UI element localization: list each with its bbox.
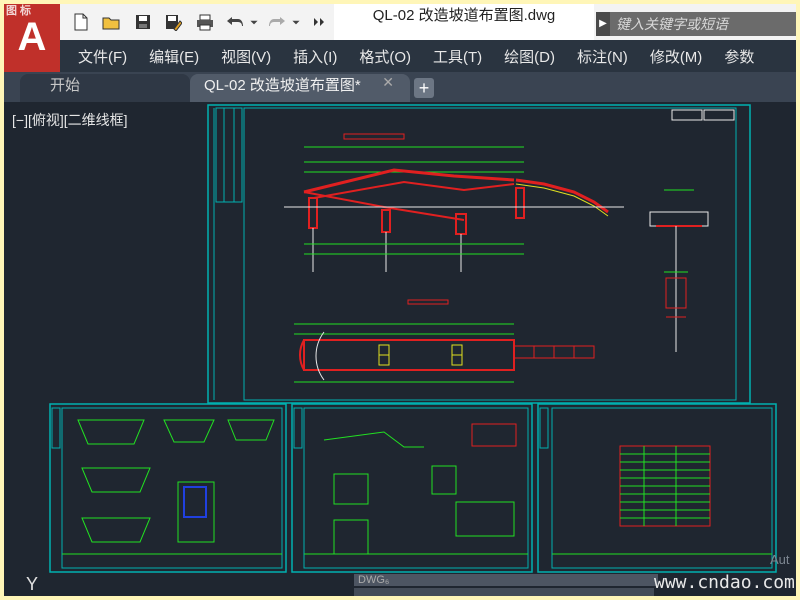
elevation-view: [284, 133, 624, 272]
undo-dropdown-icon[interactable]: [248, 11, 260, 33]
autocad-logo-icon: A: [17, 15, 47, 59]
menu-file[interactable]: 文件(F): [78, 46, 127, 67]
menu-draw[interactable]: 绘图(D): [504, 46, 555, 67]
menu-format[interactable]: 格式(O): [359, 46, 411, 67]
redo-icon[interactable]: [266, 11, 288, 33]
menu-bar: 文件(F) 编辑(E) 视图(V) 插入(I) 格式(O) 工具(T) 绘图(D…: [60, 40, 796, 72]
search-box: ▶: [596, 12, 796, 36]
tab-drawing-label: QL-02 改造坡道布置图*: [204, 77, 361, 94]
tab-drawing[interactable]: QL-02 改造坡道布置图* ✕: [190, 74, 410, 102]
detail-sheet-3: [537, 403, 777, 573]
more-icon[interactable]: [308, 11, 330, 33]
plan-view: [294, 299, 595, 383]
menu-view[interactable]: 视图(V): [221, 46, 271, 67]
window-title: QL-02 改造坡道布置图.dwg: [334, 4, 594, 40]
document-tab-bar: 开始 QL-02 改造坡道布置图* ✕ +: [4, 72, 796, 102]
menu-params[interactable]: 参数: [724, 46, 754, 67]
new-icon[interactable]: [70, 11, 92, 33]
ucs-y-axis-icon: Y: [26, 574, 39, 594]
logo-corner-text: 图 标: [6, 5, 32, 17]
close-tab-icon[interactable]: ✕: [382, 74, 394, 91]
tab-start[interactable]: 开始: [20, 74, 190, 102]
redo-dropdown-icon[interactable]: [290, 11, 302, 33]
search-expand-icon[interactable]: ▶: [596, 12, 610, 36]
drawing-viewport[interactable]: [−][俯视][二维线框] Y DWG₆ Aut www.cndao.com: [4, 102, 796, 596]
open-icon[interactable]: [100, 11, 122, 33]
title-bar: 图 标 A QL-02 改造坡道布置图.dwg ▶ 键入关键字或短语: [4, 4, 796, 72]
section-detail: [649, 189, 709, 352]
save-as-icon[interactable]: [162, 11, 184, 33]
autocad-window: 图 标 A QL-02 改造坡道布置图.dwg ▶ 键入关键字或短语 文件(F)…: [4, 4, 796, 596]
application-menu-button[interactable]: 图 标 A: [4, 4, 60, 72]
detail-sheet-2: [291, 403, 533, 573]
menu-dimension[interactable]: 标注(N): [577, 46, 628, 67]
faded-aut-text: Aut: [770, 552, 790, 567]
undo-icon[interactable]: [224, 11, 246, 33]
save-icon[interactable]: [132, 11, 154, 33]
search-input[interactable]: [612, 12, 796, 36]
layout-strip-lower: [354, 588, 654, 596]
menu-insert[interactable]: 插入(I): [293, 46, 337, 67]
detail-sheet-1: [49, 403, 287, 573]
layout-strip: DWG₆: [354, 574, 658, 586]
drawing-canvas[interactable]: [4, 102, 796, 596]
print-icon[interactable]: [194, 11, 216, 33]
menu-edit[interactable]: 编辑(E): [149, 46, 199, 67]
menu-modify[interactable]: 修改(M): [650, 46, 703, 67]
new-tab-button[interactable]: +: [414, 78, 434, 98]
menu-tools[interactable]: 工具(T): [433, 46, 482, 67]
viewport-controls-label[interactable]: [−][俯视][二维线框]: [12, 110, 128, 130]
watermark: www.cndao.com: [654, 572, 795, 593]
